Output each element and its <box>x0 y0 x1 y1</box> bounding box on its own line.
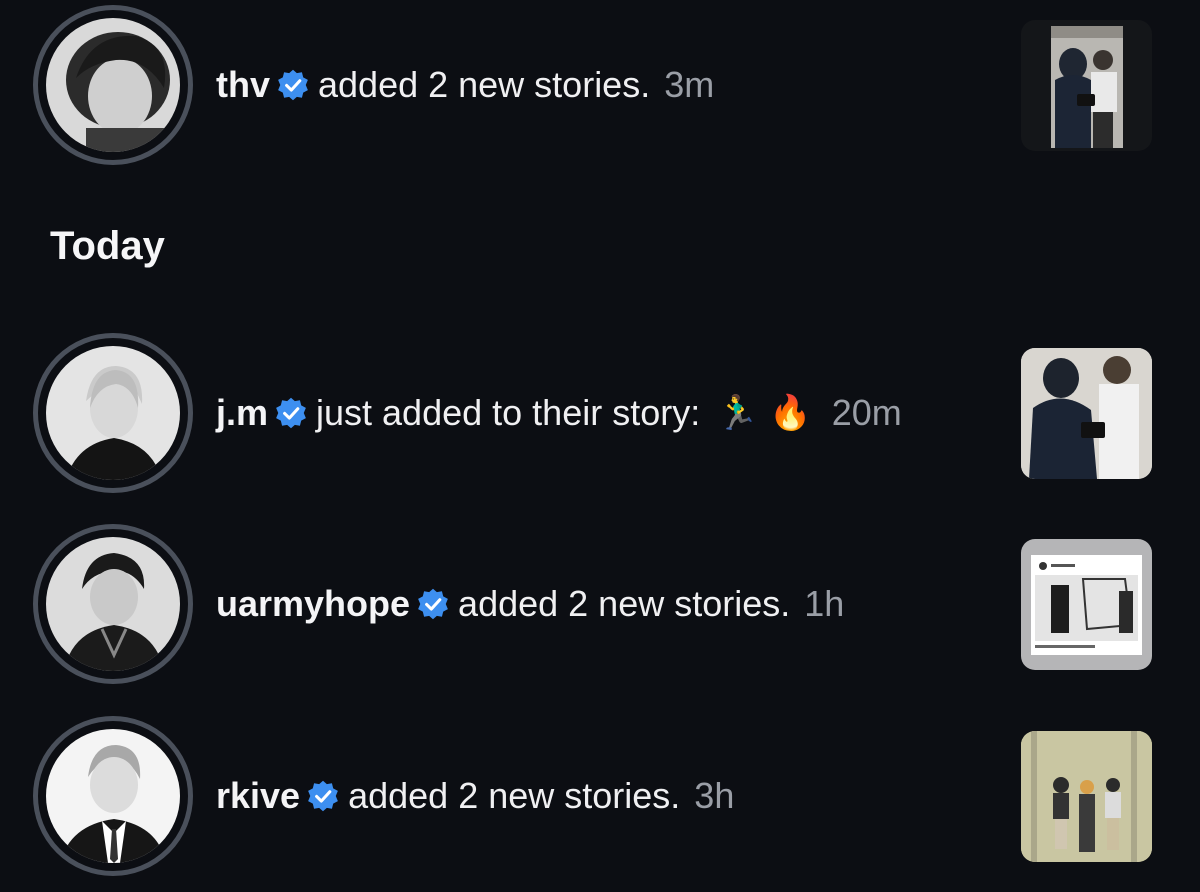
notification-message: added 2 new stories. <box>458 583 791 624</box>
notification-message: added 2 new stories. <box>318 64 651 105</box>
story-ring[interactable] <box>33 333 193 493</box>
avatar-jm <box>46 346 180 480</box>
story-thumbnail[interactable] <box>1021 539 1152 670</box>
verified-badge-icon <box>278 69 308 101</box>
notification-row-rkive[interactable]: rkive added 2 new stories. 3h <box>0 716 1200 876</box>
notification-row-jm[interactable]: j.m just added to their story: 🏃‍♂️ 🔥 20… <box>0 333 1200 493</box>
story-thumbnail[interactable] <box>1021 20 1152 151</box>
avatar-thv <box>46 18 180 152</box>
notification-message: added 2 new stories. <box>348 775 681 816</box>
username[interactable]: j.m <box>216 391 268 435</box>
avatar-uarmyhope <box>46 537 180 671</box>
username[interactable]: thv <box>216 63 270 107</box>
notification-message: just added to their story: <box>316 392 701 433</box>
timestamp: 1h <box>804 583 845 624</box>
story-ring[interactable] <box>33 524 193 684</box>
emoji-runner-fire: 🏃‍♂️ 🔥 <box>716 393 812 433</box>
timestamp: 3m <box>664 64 715 105</box>
section-title: Today <box>50 224 165 268</box>
story-ring[interactable] <box>33 5 193 165</box>
timestamp: 20m <box>831 392 902 433</box>
story-ring[interactable] <box>33 716 193 876</box>
timestamp: 3h <box>694 775 735 816</box>
verified-badge-icon <box>308 780 338 812</box>
avatar-rkive <box>46 729 180 863</box>
username[interactable]: rkive <box>216 774 300 818</box>
story-thumbnail[interactable] <box>1021 348 1152 479</box>
notification-row-uarmyhope[interactable]: uarmyhope added 2 new stories. 1h <box>0 524 1200 684</box>
verified-badge-icon <box>418 588 448 620</box>
verified-badge-icon <box>276 397 306 429</box>
username[interactable]: uarmyhope <box>216 582 410 626</box>
story-thumbnail[interactable] <box>1021 731 1152 862</box>
notification-row-thv[interactable]: thv added 2 new stories. 3m <box>0 5 1200 165</box>
